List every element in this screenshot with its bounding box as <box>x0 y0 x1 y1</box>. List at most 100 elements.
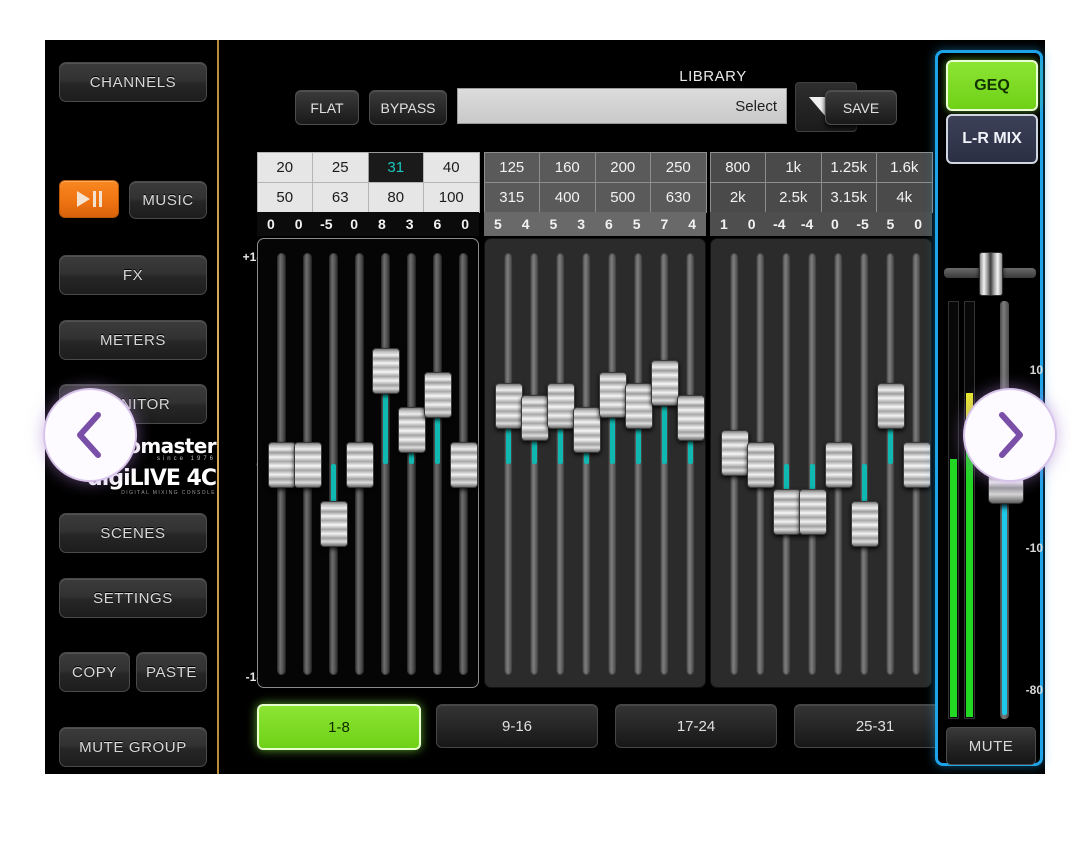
eq-fader-knob[interactable] <box>424 372 452 418</box>
eq-fader[interactable] <box>346 253 372 675</box>
eq-fader-knob[interactable] <box>372 348 400 394</box>
frequency-cell[interactable]: 25 <box>312 152 369 183</box>
eq-fader-knob[interactable] <box>851 501 879 547</box>
frequency-cell[interactable]: 315 <box>484 182 541 213</box>
sidebar-item-mute-group[interactable]: MUTE GROUP <box>59 727 207 767</box>
meter-left-level <box>950 459 957 717</box>
frequency-cell[interactable]: 40 <box>423 152 480 183</box>
eq-fader[interactable] <box>450 253 476 675</box>
eq-fader-knob[interactable] <box>294 442 322 488</box>
eq-fader[interactable] <box>573 253 599 675</box>
frequency-cell[interactable]: 2k <box>710 182 767 213</box>
frequency-cell[interactable]: 200 <box>595 152 652 183</box>
eq-fader-knob[interactable] <box>521 395 549 441</box>
frequency-cell[interactable]: 100 <box>423 182 480 213</box>
copy-button[interactable]: COPY <box>59 652 130 692</box>
eq-fader-knob[interactable] <box>825 442 853 488</box>
paste-button[interactable]: PASTE <box>136 652 207 692</box>
eq-fader-knob[interactable] <box>877 383 905 429</box>
bank-button[interactable]: 17-24 <box>615 704 777 748</box>
eq-fader-knob[interactable] <box>573 407 601 453</box>
eq-fader[interactable] <box>294 253 320 675</box>
eq-fader-knob[interactable] <box>651 360 679 406</box>
eq-fader[interactable] <box>320 253 346 675</box>
frequency-cell[interactable]: 2.5k <box>765 182 822 213</box>
frequency-cell[interactable]: 800 <box>710 152 767 183</box>
eq-fader[interactable] <box>825 253 851 675</box>
eq-fader-knob[interactable] <box>346 442 374 488</box>
sidebar-item-channels[interactable]: CHANNELS <box>59 62 207 102</box>
eq-fader[interactable] <box>599 253 625 675</box>
sidebar-item-settings[interactable]: SETTINGS <box>59 578 207 618</box>
bank-button[interactable]: 9-16 <box>436 704 598 748</box>
sidebar-item-fx[interactable]: FX <box>59 255 207 295</box>
eq-fader[interactable] <box>721 253 747 675</box>
play-pause-button[interactable] <box>59 180 119 218</box>
eq-fader-knob[interactable] <box>547 383 575 429</box>
gain-value-row: 54536574 <box>484 212 706 236</box>
sidebar-item-meters[interactable]: METERS <box>59 320 207 360</box>
eq-fader-knob[interactable] <box>398 407 426 453</box>
eq-fader[interactable] <box>851 253 877 675</box>
eq-fader[interactable] <box>799 253 825 675</box>
eq-fader-knob[interactable] <box>268 442 296 488</box>
channel-fader[interactable] <box>988 301 1022 719</box>
frequency-cell[interactable]: 400 <box>539 182 596 213</box>
eq-fader[interactable] <box>677 253 703 675</box>
frequency-cell[interactable]: 80 <box>368 182 425 213</box>
eq-fader[interactable] <box>903 253 929 675</box>
mute-button[interactable]: MUTE <box>946 727 1036 765</box>
frequency-cell[interactable]: 500 <box>595 182 652 213</box>
frequency-cell[interactable]: 3.15k <box>821 182 878 213</box>
eq-fader[interactable] <box>268 253 294 675</box>
frequency-cell[interactable]: 160 <box>539 152 596 183</box>
eq-fader[interactable] <box>625 253 651 675</box>
sidebar-item-scenes[interactable]: SCENES <box>59 513 207 553</box>
eq-fader[interactable] <box>521 253 547 675</box>
pan-knob[interactable] <box>979 252 1003 296</box>
eq-fader[interactable] <box>651 253 677 675</box>
flat-button[interactable]: FLAT <box>295 90 359 125</box>
pan-slider[interactable] <box>944 250 1036 296</box>
bank-button[interactable]: 1-8 <box>257 704 421 750</box>
eq-fader[interactable] <box>747 253 773 675</box>
music-button[interactable]: MUSIC <box>129 181 207 219</box>
eq-fader-knob[interactable] <box>721 430 749 476</box>
lr-mix-button[interactable]: L-R MIX <box>946 114 1038 164</box>
frequency-cell[interactable]: 250 <box>650 152 707 183</box>
eq-fader[interactable] <box>547 253 573 675</box>
frequency-cell[interactable]: 20 <box>257 152 314 183</box>
eq-fader-knob[interactable] <box>495 383 523 429</box>
eq-fader-knob[interactable] <box>903 442 931 488</box>
frequency-cell[interactable]: 1.25k <box>821 152 878 183</box>
bank-button[interactable]: 25-31 <box>794 704 956 748</box>
eq-fader-knob[interactable] <box>599 372 627 418</box>
eq-fader-knob[interactable] <box>677 395 705 441</box>
eq-fader[interactable] <box>398 253 424 675</box>
frequency-cell[interactable]: 4k <box>876 182 933 213</box>
eq-fader-knob[interactable] <box>747 442 775 488</box>
eq-fader[interactable] <box>773 253 799 675</box>
eq-fader[interactable] <box>424 253 450 675</box>
frequency-cell[interactable]: 50 <box>257 182 314 213</box>
eq-fader-knob[interactable] <box>450 442 478 488</box>
next-page-button[interactable] <box>963 388 1057 482</box>
geq-tab-button[interactable]: GEQ <box>946 60 1038 111</box>
save-button[interactable]: SAVE <box>825 90 897 125</box>
eq-fader[interactable] <box>372 253 398 675</box>
frequency-cell[interactable]: 1k <box>765 152 822 183</box>
eq-fader-knob[interactable] <box>320 501 348 547</box>
frequency-cell[interactable]: 1.6k <box>876 152 933 183</box>
frequency-cell[interactable]: 31 <box>368 152 425 183</box>
bypass-button[interactable]: BYPASS <box>369 90 447 125</box>
eq-fader-knob[interactable] <box>625 383 653 429</box>
library-select-field[interactable]: Select <box>457 88 787 124</box>
eq-fader[interactable] <box>495 253 521 675</box>
eq-fader-knob[interactable] <box>773 489 801 535</box>
frequency-cell[interactable]: 63 <box>312 182 369 213</box>
eq-fader[interactable] <box>877 253 903 675</box>
eq-fader-knob[interactable] <box>799 489 827 535</box>
prev-page-button[interactable] <box>43 388 137 482</box>
frequency-cell[interactable]: 630 <box>650 182 707 213</box>
frequency-cell[interactable]: 125 <box>484 152 541 183</box>
